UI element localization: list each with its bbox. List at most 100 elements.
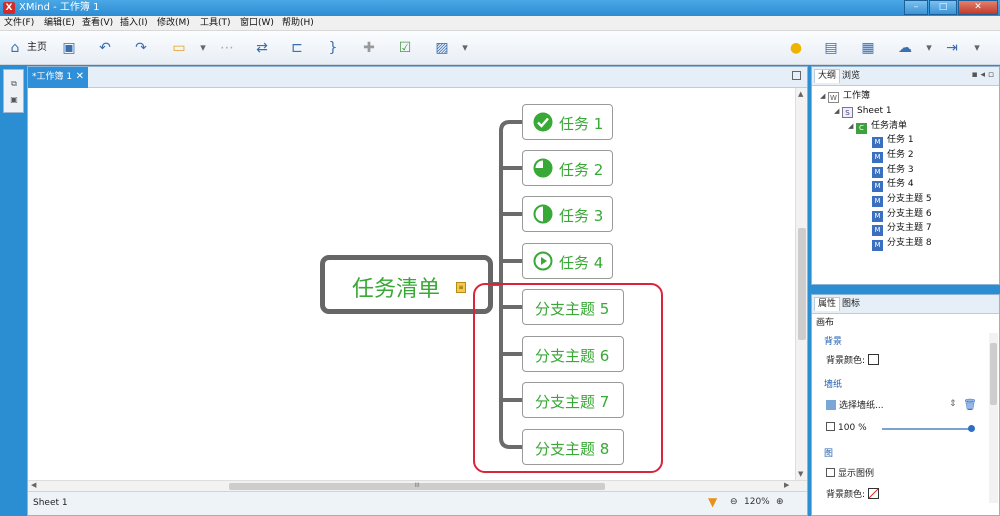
show-legend-checkbox[interactable]: [826, 468, 835, 477]
menu-view[interactable]: 查看(V): [82, 17, 113, 30]
callout-icon[interactable]: ⋯: [216, 38, 238, 58]
scroll-right-icon[interactable]: ▶: [784, 481, 789, 489]
close-button[interactable]: ✕: [958, 0, 998, 15]
expand-arrow-icon[interactable]: ◢: [834, 104, 842, 118]
central-topic[interactable]: 任务清单 ≡: [320, 255, 493, 314]
boundary-icon[interactable]: ⊏: [286, 38, 308, 58]
menu-tools[interactable]: 工具(T): [200, 17, 231, 30]
home-icon[interactable]: ⌂: [4, 38, 26, 58]
slider-knob[interactable]: [968, 425, 975, 432]
summary-icon[interactable]: }: [322, 38, 344, 58]
tree-item[interactable]: M 任务 3: [872, 163, 914, 178]
redo-icon[interactable]: ↷: [130, 38, 152, 58]
tree-item[interactable]: M 任务 2: [872, 148, 914, 163]
properties-scroll-thumb[interactable]: [990, 343, 997, 405]
expand-arrow-icon[interactable]: ◢: [848, 119, 856, 133]
export-dropdown-icon[interactable]: ▾: [973, 38, 981, 58]
maximize-editor-icon[interactable]: [792, 71, 801, 80]
filter-icon[interactable]: ▼: [708, 495, 720, 509]
vertical-scroll-thumb[interactable]: [798, 228, 806, 340]
menu-file[interactable]: 文件(F): [4, 17, 34, 30]
main-topic-icon: M: [872, 196, 883, 207]
tree-item[interactable]: M 任务 1: [872, 133, 914, 148]
tree-item-workbook[interactable]: ◢ W 工作簿: [820, 89, 870, 103]
marker-icon[interactable]: ✚: [358, 38, 380, 58]
menu-modify[interactable]: 修改(M): [157, 17, 190, 30]
zoom-in-button[interactable]: ⊕: [776, 496, 784, 508]
tree-item-central[interactable]: ◢ C 任务清单: [848, 119, 907, 134]
tree-item[interactable]: M 分支主题 8: [872, 236, 932, 251]
mindmap-canvas[interactable]: 任务清单 ≡ 任务 1 任务 2 任务 3 任务 4 分支主题 5 分支主题 6…: [28, 88, 795, 480]
restore-panel-icon[interactable]: ⧉: [8, 78, 20, 89]
presentation-icon[interactable]: ▤: [820, 38, 842, 58]
main-topic-icon: M: [872, 225, 883, 236]
opacity-row: 100 %: [826, 422, 867, 434]
home-label[interactable]: 主页: [27, 41, 47, 55]
topic-task-2[interactable]: 任务 2: [522, 150, 613, 186]
delete-wallpaper-icon[interactable]: 🗑: [963, 398, 977, 411]
minimize-button[interactable]: –: [904, 0, 928, 15]
tree-item-sheet[interactable]: ◢ S Sheet 1: [834, 104, 892, 118]
topic-task-1[interactable]: 任务 1: [522, 104, 613, 140]
tree-item[interactable]: M 分支主题 6: [872, 207, 932, 222]
tree-item[interactable]: M 分支主题 7: [872, 221, 932, 236]
properties-tab-bar: 属性 图标: [812, 295, 999, 314]
note-icon[interactable]: ≡: [456, 282, 466, 293]
background-color-swatch[interactable]: [868, 354, 880, 365]
menu-insert[interactable]: 插入(I): [120, 17, 148, 30]
panel-controls-icon[interactable]: ▪ ◂ ▫: [972, 70, 994, 80]
minimized-panel: ⧉ ▣: [3, 69, 24, 113]
tab-workbook-1[interactable]: *工作簿 1 ✕: [28, 67, 88, 88]
sheet-tab[interactable]: Sheet 1: [33, 497, 68, 509]
export-icon[interactable]: ⇥: [941, 38, 963, 58]
tab-close-icon[interactable]: ✕: [76, 67, 84, 87]
idea-lightbulb-icon[interactable]: ●: [785, 38, 807, 58]
spinner-icon[interactable]: ⇕: [949, 399, 957, 409]
legend-bg-label: 背景颜色:: [826, 490, 866, 500]
task-info-icon[interactable]: ☑: [394, 38, 416, 58]
zoom-out-button[interactable]: ⊖: [730, 496, 738, 508]
relationship-icon[interactable]: ⇄: [251, 38, 273, 58]
window-title: XMind - 工作簿 1: [19, 2, 100, 13]
show-legend-row[interactable]: 显示图例: [826, 468, 874, 480]
maximize-button[interactable]: □: [929, 0, 957, 15]
topic-task-4[interactable]: 任务 4: [522, 243, 613, 279]
choose-wallpaper-row[interactable]: 选择墙纸...: [826, 400, 884, 412]
undo-icon[interactable]: ↶: [94, 38, 116, 58]
expand-arrow-icon[interactable]: ◢: [820, 89, 828, 103]
insert-image-icon[interactable]: ▨: [431, 38, 453, 58]
menu-edit[interactable]: 编辑(E): [44, 17, 75, 30]
upload-icon[interactable]: ☁: [894, 38, 916, 58]
tree-item[interactable]: M 分支主题 5: [872, 192, 932, 207]
insert-topic-icon[interactable]: ▭: [168, 38, 190, 58]
scroll-down-icon[interactable]: ▼: [798, 470, 803, 478]
status-bar: Sheet 1 ▼ ⊖ 120% ⊕: [28, 491, 807, 515]
tab-icons[interactable]: 图标: [842, 298, 860, 311]
horizontal-scrollbar[interactable]: ◀ III ▶: [28, 480, 807, 491]
legend-section-title: 图: [824, 449, 834, 459]
horizontal-scroll-thumb[interactable]: III: [229, 483, 605, 490]
upload-dropdown-icon[interactable]: ▾: [925, 38, 933, 58]
overview-icon[interactable]: ▣: [8, 94, 20, 105]
tab-outline[interactable]: 大纲: [814, 69, 841, 83]
properties-scrollbar[interactable]: [989, 333, 998, 503]
save-icon[interactable]: ▣: [58, 38, 80, 58]
opacity-checkbox[interactable]: [826, 422, 835, 431]
insert-topic-dropdown-icon[interactable]: ▾: [199, 38, 207, 58]
tab-properties[interactable]: 属性: [814, 297, 841, 311]
opacity-slider[interactable]: [882, 425, 975, 432]
properties-heading: 画布: [816, 318, 835, 328]
tab-browse[interactable]: 浏览: [842, 70, 860, 83]
topic-task-3[interactable]: 任务 3: [522, 196, 613, 232]
scroll-up-icon[interactable]: ▲: [798, 90, 803, 98]
menu-help[interactable]: 帮助(H): [282, 17, 314, 30]
tree-item-label: 任务 1: [887, 135, 914, 145]
scroll-left-icon[interactable]: ◀: [31, 481, 36, 489]
legend-bg-swatch[interactable]: [868, 488, 880, 499]
menu-window[interactable]: 窗口(W): [240, 17, 274, 30]
vertical-scrollbar[interactable]: ▲ ▼: [795, 88, 807, 480]
insert-image-dropdown-icon[interactable]: ▾: [461, 38, 469, 58]
layout-icon[interactable]: ▦: [857, 38, 879, 58]
task-start-icon: [533, 251, 553, 271]
tree-item[interactable]: M 任务 4: [872, 177, 914, 192]
